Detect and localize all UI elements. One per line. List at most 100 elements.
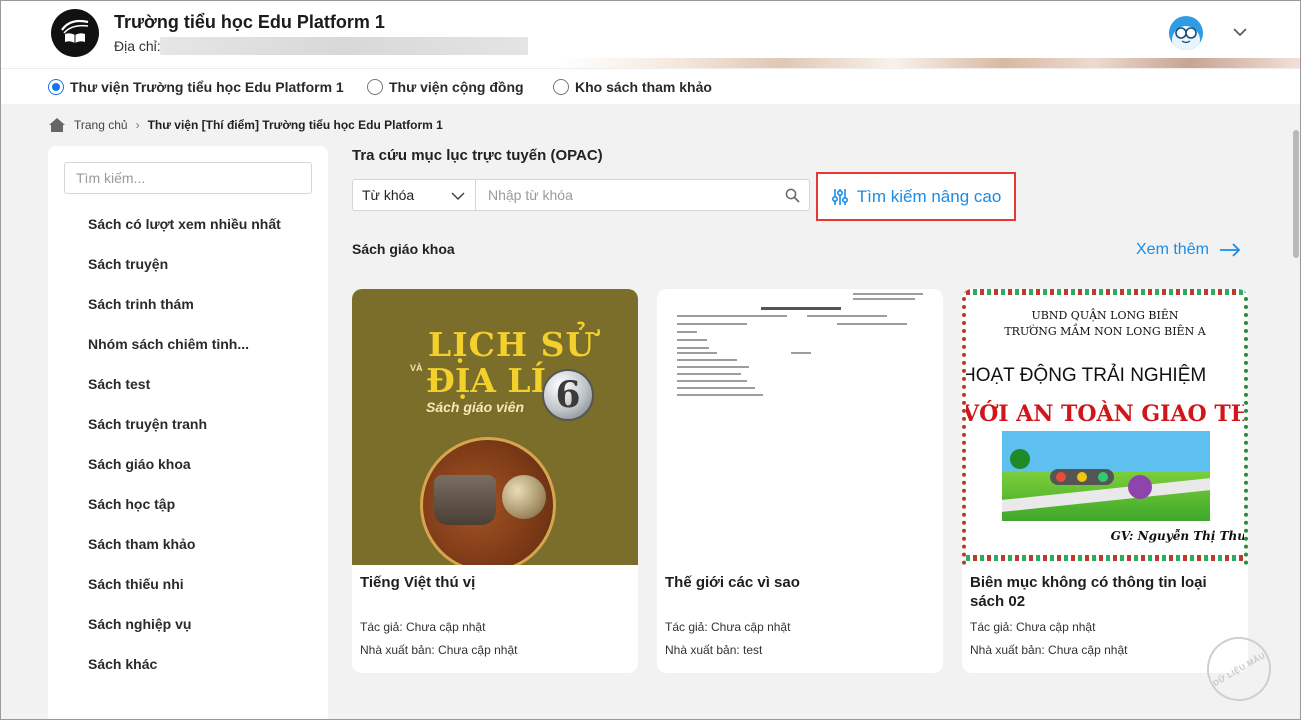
cover-text: LỊCH SỬ — [428, 325, 596, 364]
category-item[interactable]: Sách tham khảo — [88, 536, 281, 576]
advanced-search-label: Tìm kiếm nâng cao — [856, 186, 1002, 206]
document-line — [677, 394, 763, 396]
book-logo-icon — [61, 19, 89, 43]
book-publisher: Nhà xuất bản: test — [665, 643, 763, 657]
opac-title: Tra cứu mục lục trực tuyến (OPAC) — [352, 147, 603, 164]
library-option-label: Kho sách tham khảo — [575, 79, 712, 95]
library-option-label: Thư viện cộng đồng — [389, 79, 524, 95]
category-item[interactable]: Sách truyện — [88, 256, 281, 296]
address-value-redacted — [160, 37, 528, 55]
category-item[interactable]: Sách truyện tranh — [88, 416, 281, 456]
radio-selected-icon[interactable] — [48, 79, 64, 95]
document-line — [677, 331, 697, 333]
document-line — [677, 380, 747, 382]
book-publisher: Nhà xuất bản: Chưa cập nhật — [360, 643, 518, 657]
document-line — [677, 373, 741, 375]
cover-text: Sách giáo viên — [426, 399, 525, 415]
library-option-school[interactable]: Thư viện Trường tiểu học Edu Platform 1 — [48, 79, 344, 95]
category-item[interactable]: Sách khác — [88, 656, 281, 696]
library-selector: Thư viện Trường tiểu học Edu Platform 1 … — [0, 68, 1301, 104]
search-type-value: Từ khóa — [362, 187, 415, 203]
cyclist-image — [1128, 475, 1152, 499]
traffic-light-icon — [1050, 469, 1114, 485]
category-item[interactable]: Sách giáo khoa — [88, 456, 281, 496]
keyword-search-box — [476, 179, 810, 211]
school-name: Trường tiểu học Edu Platform 1 — [114, 12, 385, 32]
category-list: Sách có lượt xem nhiều nhất Sách truyện … — [88, 216, 281, 696]
book-cover: LỊCH SỬ VÀ ĐỊA LÍ Sách giáo viên 6 — [352, 289, 638, 565]
see-more-link[interactable]: Xem thêm — [1136, 241, 1241, 259]
school-logo[interactable] — [51, 9, 99, 57]
book-author: Tác giả: Chưa cập nhật — [665, 620, 791, 634]
breadcrumb-home[interactable]: Trang chủ — [74, 118, 128, 132]
document-heading — [761, 307, 841, 310]
document-line — [677, 359, 737, 361]
document-line — [677, 387, 755, 389]
cover-text: HOẠT ĐỘNG TRẢI NGHIỆM — [962, 365, 1207, 386]
document-line — [677, 352, 717, 354]
top-header: Trường tiểu học Edu Platform 1 Địa chỉ: — [0, 0, 1301, 68]
breadcrumb: Trang chủ › Thư viện [Thí điểm] Trường t… — [48, 117, 443, 133]
radio-icon[interactable] — [553, 79, 569, 95]
user-avatar[interactable] — [1169, 16, 1203, 50]
category-item[interactable]: Nhóm sách chiêm tinh... — [88, 336, 281, 376]
keyword-search-input[interactable] — [476, 180, 766, 210]
document-line — [677, 315, 787, 317]
library-option-reference[interactable]: Kho sách tham khảo — [553, 79, 712, 95]
filter-sliders-icon — [831, 188, 848, 205]
document-line — [837, 323, 907, 325]
cover-text: GV: Nguyễn Thị Thu — [1110, 529, 1246, 543]
cover-text: ĐỊA LÍ — [426, 361, 547, 400]
arrow-right-icon — [1219, 243, 1241, 257]
breadcrumb-current: Thư viện [Thí điểm] Trường tiểu học Edu … — [147, 118, 443, 132]
category-item[interactable]: Sách nghiệp vụ — [88, 616, 281, 656]
address-label: Địa chỉ: — [114, 38, 161, 54]
library-option-label: Thư viện Trường tiểu học Edu Platform 1 — [70, 79, 344, 95]
globe-image — [502, 475, 546, 519]
cover-text: TRƯỜNG MẦM NON LONG BIÊN A — [1004, 325, 1206, 338]
library-option-community[interactable]: Thư viện cộng đồng — [367, 79, 524, 95]
home-icon[interactable] — [48, 117, 66, 133]
radio-icon[interactable] — [367, 79, 383, 95]
drum-image — [434, 475, 496, 525]
category-item[interactable]: Sách thiếu nhi — [88, 576, 281, 616]
book-title: Tiếng Việt thú vị — [360, 574, 476, 591]
document-line — [677, 323, 747, 325]
header-decoration — [560, 58, 1301, 68]
tree-image — [1010, 449, 1030, 469]
advanced-search-button[interactable]: Tìm kiếm nâng cao — [816, 172, 1016, 221]
book-publisher: Nhà xuất bản: Chưa cập nhật — [970, 643, 1128, 657]
see-more-label: Xem thêm — [1136, 241, 1209, 258]
search-type-select[interactable]: Từ khóa — [352, 179, 476, 211]
category-search-input[interactable] — [64, 162, 312, 194]
book-title: Biên mục không có thông tin loại sách 02 — [970, 574, 1207, 610]
document-line — [791, 352, 811, 354]
cover-text: UBND QUẬN LONG BIÊN — [1031, 309, 1179, 322]
book-card[interactable]: Thế giới các vì sao Tác giả: Chưa cập nh… — [657, 289, 943, 673]
breadcrumb-separator-icon: › — [135, 118, 140, 132]
category-item[interactable]: Sách trinh thám — [88, 296, 281, 336]
category-item[interactable]: Sách có lượt xem nhiều nhất — [88, 216, 281, 256]
book-cover — [657, 289, 943, 565]
avatar-face-icon — [1172, 26, 1200, 50]
cover-text: VỚI AN TOÀN GIAO THÔ — [962, 401, 1248, 427]
category-item[interactable]: Sách test — [88, 376, 281, 416]
document-line — [677, 347, 709, 349]
chevron-down-icon[interactable] — [1232, 24, 1248, 40]
chevron-down-icon — [451, 192, 465, 201]
book-title: Thế giới các vì sao — [665, 574, 800, 591]
document-line — [677, 339, 707, 341]
grade-badge: 6 — [542, 369, 594, 421]
search-icon[interactable] — [785, 188, 800, 203]
book-cover: UBND QUẬN LONG BIÊN TRƯỜNG MẦM NON LONG … — [962, 289, 1248, 565]
category-item[interactable]: Sách học tập — [88, 496, 281, 536]
scrollbar-thumb[interactable] — [1293, 130, 1299, 258]
book-card[interactable]: LỊCH SỬ VÀ ĐỊA LÍ Sách giáo viên 6 Tiếng… — [352, 289, 638, 673]
document-line — [807, 315, 887, 317]
document-line — [677, 366, 749, 368]
book-card[interactable]: UBND QUẬN LONG BIÊN TRƯỜNG MẦM NON LONG … — [962, 289, 1248, 673]
document-line — [853, 293, 923, 295]
book-author: Tác giả: Chưa cập nhật — [970, 620, 1096, 634]
document-line — [853, 298, 915, 300]
book-author: Tác giả: Chưa cập nhật — [360, 620, 486, 634]
